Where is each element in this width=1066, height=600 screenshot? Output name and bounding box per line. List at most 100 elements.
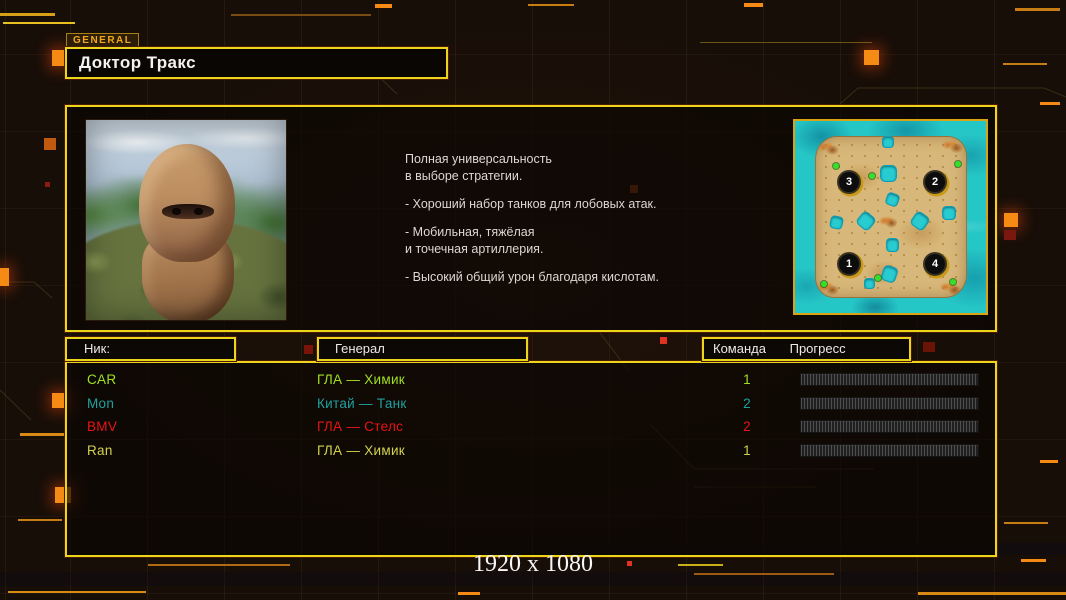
- map-pond: [887, 239, 898, 251]
- player-general: ГЛА — Химик: [317, 372, 405, 388]
- marker-number: 1: [845, 258, 853, 270]
- decor-glow-square: [864, 50, 879, 65]
- map-tree-dot: [821, 281, 827, 287]
- decor-square: [44, 138, 56, 150]
- decor-line: [744, 3, 763, 7]
- progress-bar: [800, 443, 979, 457]
- decor-red-square: [923, 342, 935, 352]
- description-paragraph: Полная универсальность в выборе стратеги…: [405, 151, 785, 185]
- decor-glow-square: [0, 268, 9, 286]
- player-nick: CAR: [87, 372, 117, 388]
- description-line: - Хороший набор танков для лобовых атак.: [405, 197, 657, 211]
- progress-bar: [800, 420, 979, 434]
- decor-red-square: [660, 337, 667, 344]
- player-general: ГЛА — Стелс: [317, 419, 404, 435]
- decor-line: [1004, 522, 1048, 524]
- players-panel: CAR ГЛА — Химик 1 Mon Китай — Танк 2 BMV…: [65, 361, 997, 557]
- player-row: CAR ГЛА — Химик 1: [67, 368, 995, 392]
- description-line: Полная универсальность: [405, 152, 552, 166]
- decor-red-square: [1004, 230, 1016, 240]
- general-tab: GENERAL: [66, 33, 140, 48]
- decor-line: [18, 519, 62, 521]
- player-team: 1: [743, 442, 751, 458]
- description-paragraph: - Мобильная, тяжёлая и точечная артиллер…: [405, 224, 785, 258]
- decor-line: [700, 42, 872, 43]
- description-line: - Мобильная, тяжёлая: [405, 225, 535, 239]
- map-tree-dot: [955, 161, 961, 167]
- general-tab-label: GENERAL: [73, 35, 133, 46]
- nick-header-label: Ник:: [84, 341, 110, 356]
- general-name-box: Доктор Тракс: [65, 47, 448, 79]
- decor-red-square: [45, 182, 50, 187]
- decor-line: [1040, 460, 1058, 463]
- progress-bar: [800, 373, 979, 387]
- decor-line: [1040, 102, 1060, 105]
- player-row: Ran ГЛА — Химик 1: [67, 439, 995, 463]
- progress-bar: [800, 396, 979, 410]
- map-preview: 3 2 1 4: [793, 119, 988, 315]
- decor-glow-square: [1004, 213, 1018, 227]
- decor-line: [20, 433, 65, 436]
- description-paragraph: - Высокий общий урон благодаря кислотам.: [405, 269, 785, 286]
- decor-line: [231, 14, 371, 16]
- map-marker-4: 4: [923, 252, 947, 276]
- game-loading-screen: GENERAL Доктор Тракс Полная универсально…: [0, 0, 1066, 600]
- player-team: 2: [743, 395, 751, 411]
- player-progress: [777, 420, 995, 434]
- map-marker-2: 2: [923, 170, 947, 194]
- map-tree-dot: [875, 275, 881, 281]
- decor-line: [918, 592, 1066, 595]
- portrait-vignette: [86, 120, 286, 320]
- map-pond: [881, 166, 896, 181]
- map-tree-dot: [950, 279, 956, 285]
- decor-line: [375, 4, 392, 8]
- map-pond: [943, 207, 955, 219]
- player-nick: BMV: [87, 419, 118, 435]
- map-marker-1: 1: [837, 252, 861, 276]
- decor-line: [3, 22, 75, 24]
- column-header-general: Генерал: [317, 337, 528, 361]
- progress-header-label: Прогресс: [789, 341, 846, 356]
- player-row: BMV ГЛА — Стелс 2: [67, 415, 995, 439]
- team-header-label: Команда: [713, 341, 766, 356]
- marker-number: 2: [931, 176, 939, 188]
- marker-number: 3: [845, 176, 853, 188]
- column-header-nick: Ник:: [65, 337, 236, 361]
- player-progress: [777, 373, 995, 387]
- column-header-team-progress: Команда Прогресс: [702, 337, 911, 361]
- map-rust-patch: [817, 141, 839, 156]
- player-row: Mon Китай — Танк 2: [67, 392, 995, 416]
- decor-line: [8, 591, 146, 593]
- description-line: и точечная артиллерия.: [405, 242, 544, 256]
- map-marker-3: 3: [837, 170, 861, 194]
- player-general: Китай — Танк: [317, 395, 407, 411]
- general-portrait: [85, 119, 287, 321]
- player-progress: [777, 443, 995, 457]
- decor-red-square: [304, 345, 313, 354]
- description-paragraph: - Хороший набор танков для лобовых атак.: [405, 196, 785, 213]
- description-line: - Высокий общий урон благодаря кислотам.: [405, 270, 659, 284]
- player-team: 1: [743, 372, 751, 388]
- resolution-label: 1920 x 1080: [473, 551, 593, 577]
- general-name: Доктор Тракс: [79, 53, 196, 72]
- general-description: Полная универсальность в выборе стратеги…: [405, 151, 785, 297]
- map-rust-patch: [879, 216, 897, 228]
- decor-line: [1015, 8, 1060, 11]
- marker-number: 4: [931, 258, 939, 270]
- player-general: ГЛА — Химик: [317, 442, 405, 458]
- player-team: 2: [743, 419, 751, 435]
- map-rust-patch: [941, 139, 963, 154]
- decor-line: [528, 4, 574, 6]
- map-tree-dot: [869, 173, 875, 179]
- general-header-label: Генерал: [335, 341, 385, 356]
- player-nick: Ran: [87, 442, 113, 458]
- decor-line: [0, 13, 55, 16]
- map-pond: [883, 137, 893, 147]
- description-line: в выборе стратегии.: [405, 169, 523, 183]
- map-pond: [865, 279, 874, 288]
- player-rows: CAR ГЛА — Химик 1 Mon Китай — Танк 2 BMV…: [67, 368, 995, 462]
- decor-line: [1003, 63, 1047, 65]
- player-progress: [777, 396, 995, 410]
- map-tree-dot: [833, 163, 839, 169]
- player-nick: Mon: [87, 395, 115, 411]
